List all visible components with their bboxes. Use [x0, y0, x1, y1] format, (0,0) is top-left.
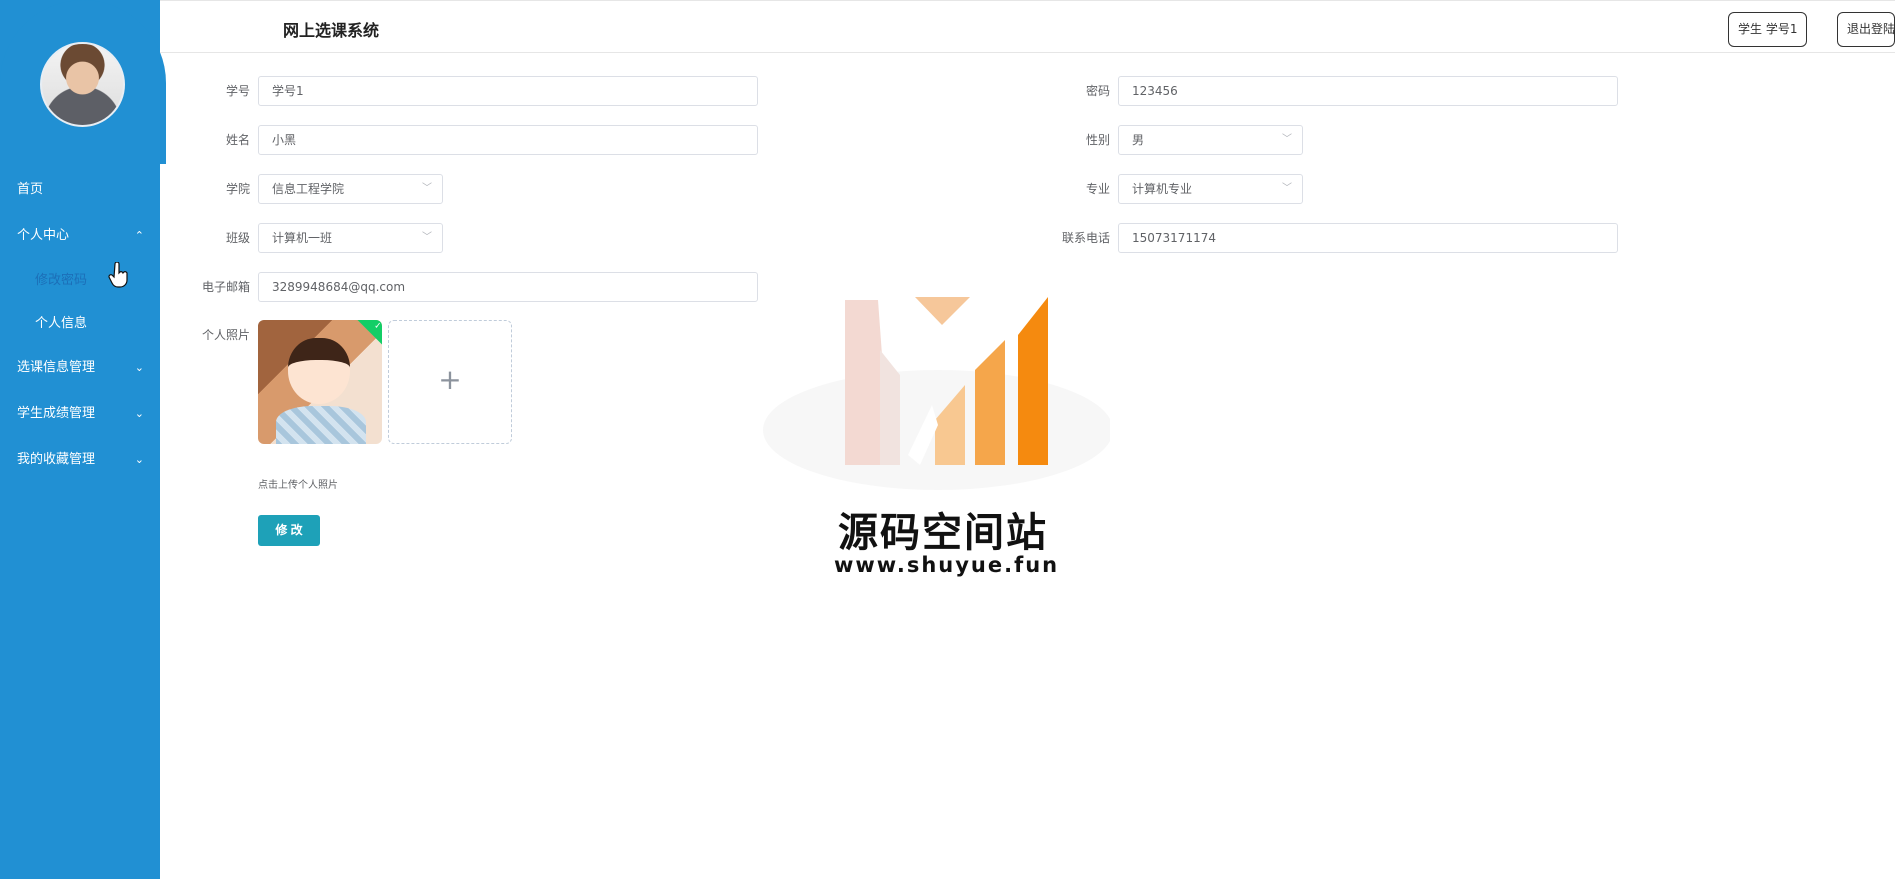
watermark-text: 源码空间站	[838, 510, 1048, 556]
class-label: 班级	[225, 231, 250, 245]
sidebar-subitem-change-password[interactable]: 修改密码	[0, 259, 160, 302]
college-label: 学院	[225, 182, 250, 196]
upload-photo-button[interactable]: +	[388, 320, 512, 444]
student-id-field[interactable]: 学号1	[258, 76, 758, 106]
check-icon: ✓	[374, 321, 382, 332]
hand-cursor-icon	[108, 262, 128, 288]
sidebar-item-label: 个人信息	[35, 316, 88, 331]
sidebar-item-label: 我的收藏管理	[17, 452, 96, 467]
name-field[interactable]: 小黑	[258, 125, 758, 155]
chevron-down-icon: ﹀	[1282, 183, 1292, 194]
submit-button[interactable]: 修 改	[258, 515, 320, 546]
sidebar-item-label: 个人中心	[17, 228, 70, 243]
sidebar-item-favorites[interactable]: 我的收藏管理 ⌄	[0, 437, 160, 483]
email-label: 电子邮箱	[201, 280, 250, 294]
upload-hint: 点击上传个人照片	[258, 480, 338, 491]
chevron-down-icon: ﹀	[422, 232, 432, 243]
chevron-down-icon: ⌄	[134, 453, 144, 466]
plus-icon: +	[438, 363, 462, 396]
chevron-down-icon: ⌄	[134, 361, 144, 374]
gender-label: 性别	[1085, 133, 1110, 147]
sidebar-item-grades[interactable]: 学生成绩管理 ⌄	[0, 391, 160, 437]
college-select-value: 信息工程学院	[272, 182, 345, 196]
avatar-container	[0, 0, 166, 164]
class-select[interactable]: 计算机一班 ﹀	[258, 223, 443, 253]
gender-select-value: 男	[1132, 133, 1145, 147]
chevron-down-icon: ⌄	[134, 407, 144, 420]
sidebar-item-course-selection[interactable]: 选课信息管理 ⌄	[0, 345, 160, 391]
phone-field[interactable]: 15073171174	[1118, 223, 1618, 253]
photo-face	[288, 338, 350, 404]
email-field[interactable]: 3289948684@qq.com	[258, 272, 758, 302]
class-select-value: 计算机一班	[272, 231, 333, 245]
major-select[interactable]: 计算机专业 ﹀	[1118, 174, 1303, 204]
upload-success-badge: ✓	[357, 320, 382, 346]
sidebar-item-label: 选课信息管理	[17, 360, 96, 375]
sidebar-item-label: 学生成绩管理	[17, 406, 96, 421]
sidebar-item-label: 首页	[17, 182, 44, 197]
sidebar-item-personal-center[interactable]: 个人中心 ⌃	[0, 213, 160, 259]
app-title: 网上选课系统	[283, 21, 380, 40]
phone-label: 联系电话	[1061, 231, 1110, 245]
college-select[interactable]: 信息工程学院 ﹀	[258, 174, 443, 204]
profile-photo[interactable]: ✓	[258, 320, 382, 444]
password-label: 密码	[1085, 84, 1110, 98]
top-header: 网上选课系统 学生 学号1 退出登陆	[160, 0, 1895, 53]
password-field[interactable]: 123456	[1118, 76, 1618, 106]
sidebar-menu: 首页 个人中心 ⌃ 修改密码 个人信息 选课信息管理 ⌄ 学生成绩管理 ⌄ 我的…	[0, 167, 160, 483]
major-label: 专业	[1085, 182, 1110, 196]
logout-button[interactable]: 退出登陆	[1837, 12, 1895, 47]
photo-label: 个人照片	[201, 328, 250, 342]
sidebar-subitem-personal-info[interactable]: 个人信息	[0, 302, 160, 345]
avatar[interactable]	[40, 42, 125, 127]
student-id-label: 学号	[225, 84, 250, 98]
name-label: 姓名	[225, 133, 250, 147]
user-button[interactable]: 学生 学号1	[1728, 12, 1808, 47]
sidebar-item-home[interactable]: 首页	[0, 167, 160, 213]
chevron-down-icon: ﹀	[1282, 134, 1292, 145]
sidebar: 首页 个人中心 ⌃ 修改密码 个人信息 选课信息管理 ⌄ 学生成绩管理 ⌄ 我的…	[0, 0, 166, 879]
major-select-value: 计算机专业	[1132, 182, 1193, 196]
chevron-down-icon: ﹀	[422, 183, 432, 194]
watermark-url: www.shuyue.fun	[834, 553, 1060, 577]
sidebar-item-label: 修改密码	[35, 273, 88, 288]
gender-select[interactable]: 男 ﹀	[1118, 125, 1303, 155]
chevron-up-icon: ⌃	[134, 229, 144, 242]
photo-body	[276, 406, 366, 444]
